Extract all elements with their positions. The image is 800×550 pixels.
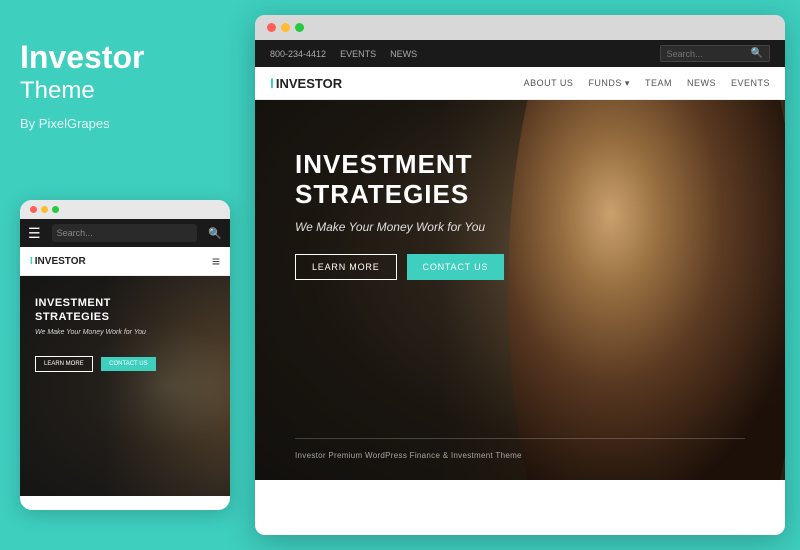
desktop-dot-yellow [281, 23, 290, 32]
desktop-dot-green [295, 23, 304, 32]
mobile-topbar: ☰ Search... 🔍 [20, 219, 230, 247]
desktop-search-box[interactable]: 🔍 [660, 45, 770, 62]
mobile-header: I INVESTOR ≡ [20, 247, 230, 276]
desktop-hero-footer-text: Investor Premium WordPress Finance & Inv… [295, 451, 745, 460]
mobile-logo: I INVESTOR [30, 256, 86, 267]
mobile-search-placeholder: Search... [57, 228, 93, 238]
mobile-learn-more-button[interactable]: LEARN MORE [35, 356, 93, 372]
nav-link-events[interactable]: EVENTS [731, 78, 770, 88]
desktop-window-controls [255, 15, 785, 40]
desktop-search-input[interactable] [667, 49, 747, 59]
desktop-preview: 800-234-4412 EVENTS NEWS 🔍 I INVESTOR AB… [255, 15, 785, 535]
desktop-logo: I INVESTOR [270, 75, 342, 91]
desktop-search-icon[interactable]: 🔍 [751, 48, 763, 59]
desktop-hero-buttons: LEARN MORE CONTACT US [295, 254, 504, 280]
mobile-hero-buttons: LEARN MORE CONTACT US [35, 346, 215, 372]
mobile-hero-content: INVESTMENT STRATEGIES We Make Your Money… [35, 296, 215, 372]
nav-link-funds[interactable]: FUNDS ▾ [588, 78, 630, 89]
mobile-hero-subheadline: We Make Your Money Work for You [35, 329, 215, 336]
desktop-topbar-news[interactable]: NEWS [390, 49, 417, 59]
desktop-hero-headline: INVESTMENT STRATEGIES [295, 150, 504, 210]
mobile-search-box[interactable]: Search... [52, 224, 198, 242]
desktop-topbar: 800-234-4412 EVENTS NEWS 🔍 [255, 40, 785, 67]
desktop-hero-person [494, 100, 786, 480]
desktop-nav-links: ABOUT US FUNDS ▾ TEAM NEWS EVENTS [524, 78, 770, 89]
mobile-dot-green [52, 206, 59, 213]
mobile-preview: ☰ Search... 🔍 I INVESTOR ≡ INVESTMENT ST… [20, 200, 230, 510]
desktop-hero-content: INVESTMENT STRATEGIES We Make Your Money… [295, 150, 504, 280]
desktop-contact-button[interactable]: CONTACT US [407, 254, 505, 280]
mobile-hero-headline: INVESTMENT STRATEGIES [35, 296, 215, 325]
desktop-dot-red [267, 23, 276, 32]
brand-title: Investor [20, 40, 225, 75]
desktop-hero-footer: Investor Premium WordPress Finance & Inv… [295, 438, 745, 460]
nav-link-news[interactable]: NEWS [687, 78, 716, 88]
desktop-hero: INVESTMENT STRATEGIES We Make Your Money… [255, 100, 785, 480]
brand-subtitle: Theme [20, 77, 225, 106]
nav-link-about[interactable]: ABOUT US [524, 78, 574, 88]
brand-by: By PixelGrapes [20, 116, 225, 131]
mobile-dot-yellow [41, 206, 48, 213]
hamburger-icon[interactable]: ☰ [28, 225, 41, 242]
desktop-phone: 800-234-4412 [270, 49, 326, 59]
desktop-topbar-right: 🔍 [660, 45, 770, 62]
mobile-contact-button[interactable]: CONTACT US [101, 357, 155, 371]
desktop-topbar-events[interactable]: EVENTS [340, 49, 376, 59]
mobile-search-icon[interactable]: 🔍 [208, 227, 222, 240]
mobile-dot-red [30, 206, 37, 213]
desktop-learn-more-button[interactable]: LEARN MORE [295, 254, 397, 280]
desktop-nav: I INVESTOR ABOUT US FUNDS ▾ TEAM NEWS EV… [255, 67, 785, 100]
desktop-hero-subheadline: We Make Your Money Work for You [295, 220, 504, 234]
mobile-window-controls [20, 200, 230, 219]
nav-link-team[interactable]: TEAM [645, 78, 672, 88]
mobile-hero: INVESTMENT STRATEGIES We Make Your Money… [20, 276, 230, 496]
mobile-menu-icon[interactable]: ≡ [212, 253, 220, 269]
left-panel: Investor Theme By PixelGrapes ☰ Search..… [0, 0, 245, 550]
desktop-topbar-left: 800-234-4412 EVENTS NEWS [270, 49, 417, 59]
